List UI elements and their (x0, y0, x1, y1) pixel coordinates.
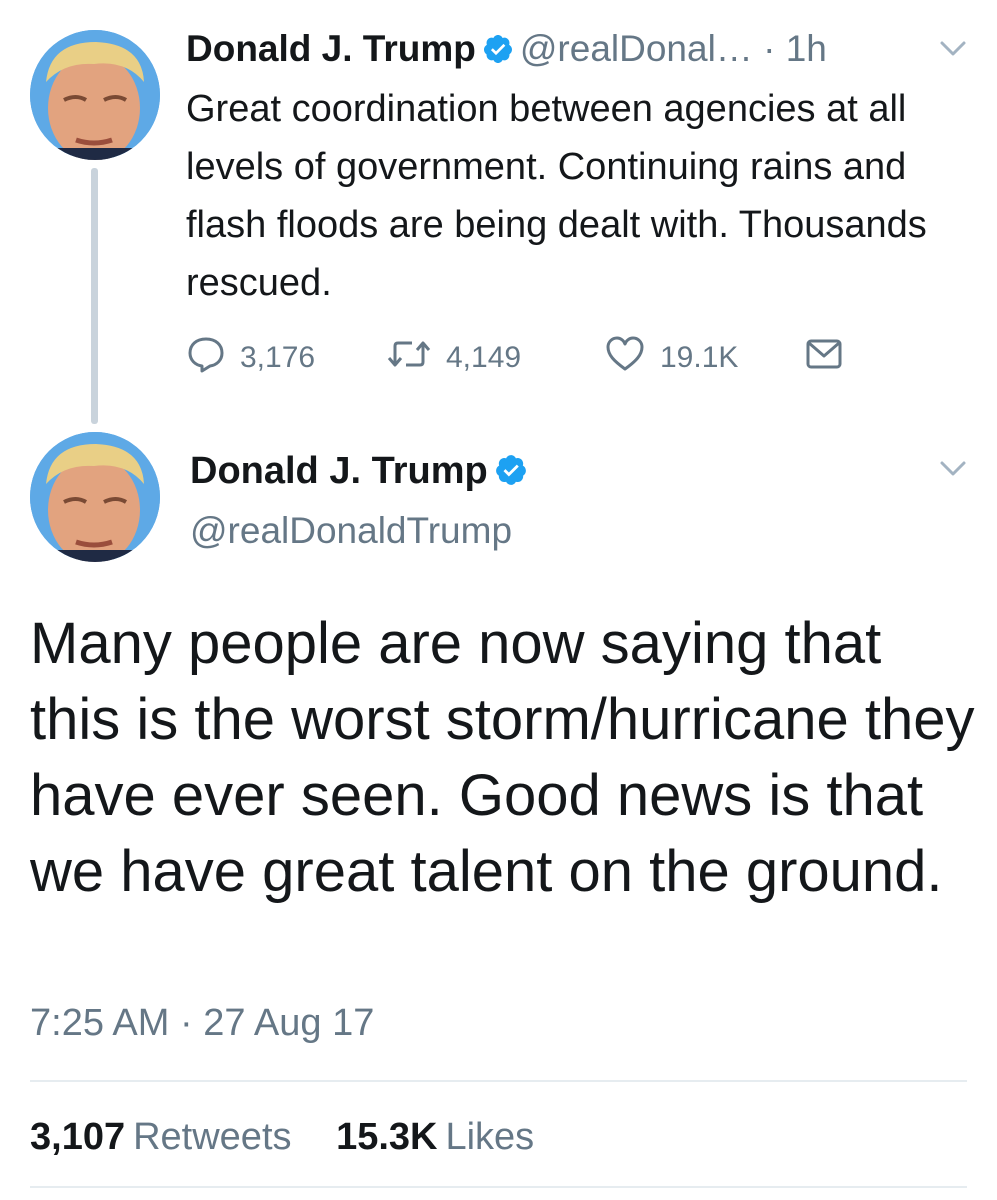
reply-count: 3,176 (240, 341, 316, 374)
retweet-icon (386, 334, 446, 382)
tweet-time[interactable]: 1h (786, 28, 827, 69)
like-button[interactable]: 19.1K (604, 334, 738, 382)
direct-message-button[interactable] (804, 334, 858, 382)
chevron-down-icon[interactable] (938, 38, 968, 65)
tweet-text: Great coordination between agencies at a… (186, 88, 927, 304)
retweets-stat[interactable]: 3,107 Retweets (30, 1116, 292, 1158)
tweet-text: Many people are now saying that this is … (30, 611, 975, 904)
like-label: Likes (445, 1116, 535, 1158)
thread-line (91, 168, 98, 424)
likes-stat[interactable]: 15.3K Likes (336, 1116, 534, 1158)
tweet-stats: 3,107 Retweets 15.3K Likes (30, 1112, 534, 1162)
like-count: 15.3K (336, 1116, 438, 1158)
author-handle[interactable]: @realDonaldTrump (190, 508, 512, 554)
retweet-label: Retweets (133, 1116, 292, 1158)
author-handle[interactable]: @realDonal… (520, 28, 753, 69)
reply-icon (186, 334, 240, 382)
tweet-actions: 3,176 4,149 19.1K (186, 334, 886, 378)
separator: · (763, 28, 776, 69)
like-icon (604, 334, 660, 382)
avatar[interactable] (30, 432, 160, 562)
retweet-button[interactable]: 4,149 (386, 334, 521, 382)
divider (30, 1186, 967, 1188)
chevron-down-icon[interactable] (938, 458, 968, 485)
verified-badge-icon (482, 30, 514, 76)
divider (30, 1080, 967, 1082)
author-name[interactable]: Donald J. Trump (190, 448, 534, 498)
tweet-timestamp[interactable]: 7:25 AM · 27 Aug 17 (30, 998, 374, 1048)
reply-button[interactable]: 3,176 (186, 334, 315, 382)
author-name-text: Donald J. Trump (190, 450, 488, 492)
like-count: 19.1K (660, 341, 739, 374)
direct-message-icon (804, 334, 858, 382)
author-name[interactable]: Donald J. Trump (186, 28, 476, 69)
top-tweet-header: Donald J. Trump @realDonal… · 1h (186, 26, 827, 76)
retweet-count: 4,149 (446, 341, 522, 374)
verified-badge-icon (494, 452, 528, 498)
retweet-count: 3,107 (30, 1116, 126, 1158)
avatar[interactable] (30, 30, 160, 160)
